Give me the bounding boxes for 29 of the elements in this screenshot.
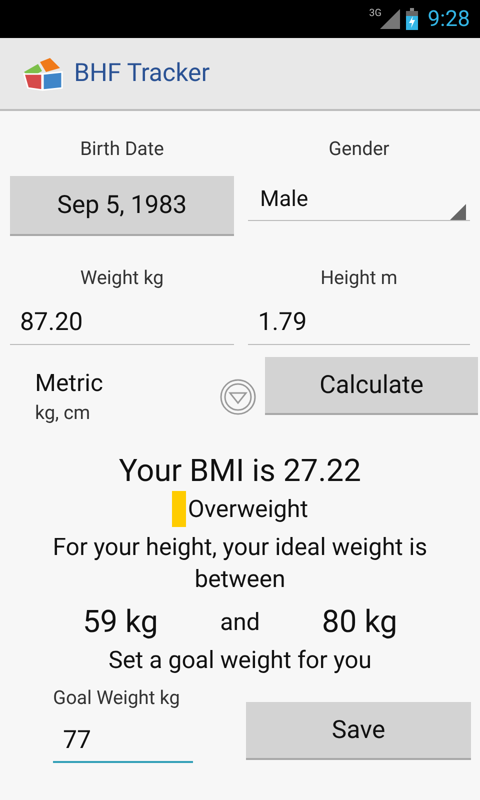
dropdown-circle-icon[interactable] [220,379,256,415]
calculate-button[interactable]: Calculate [265,357,478,415]
goal-prompt: Set a goal weight for you [107,646,373,674]
network-label: 3G [369,8,382,19]
save-button[interactable]: Save [246,702,471,760]
gender-dropdown[interactable]: Male [248,180,470,221]
field-label: Goal Weight kg [53,686,181,709]
field-label: Height m [320,266,398,289]
units-title: Metric [35,369,104,397]
status-time: 9:28 [428,6,470,32]
bmi-category: Overweight [188,495,308,523]
dropdown-corner-icon [450,204,466,220]
field-label: Weight kg [79,266,165,289]
battery-icon [406,8,418,30]
signal-icon [380,9,400,29]
ideal-weight-low: 59 kg [82,603,158,640]
app-title: BHF Tracker [74,59,210,88]
field-label: Birth Date [79,137,165,160]
range-joiner: and [220,608,260,636]
field-label: Gender [328,137,390,160]
ideal-weight-high: 80 kg [322,603,398,640]
app-logo-icon [22,56,64,92]
height-field[interactable]: 1.79 [248,301,470,345]
weight-field[interactable]: 87.20 [10,301,234,345]
ideal-weight-text: For your height, your ideal weight is between [52,532,428,595]
units-subtitle: kg, cm [35,401,92,424]
bmi-result: Your BMI is 27.22 [118,452,362,489]
goal-weight-field[interactable]: 77 [53,719,193,763]
date-button[interactable]: Sep 5, 1983 [10,176,234,236]
